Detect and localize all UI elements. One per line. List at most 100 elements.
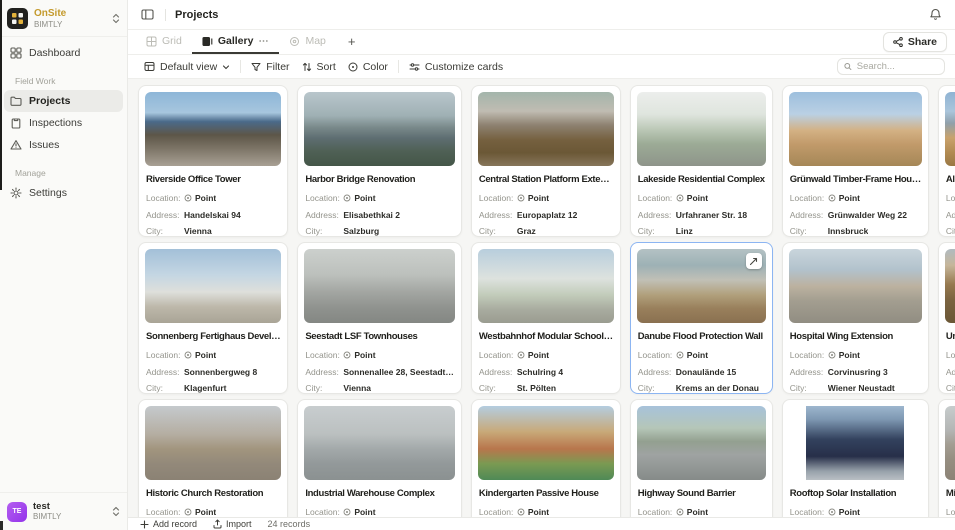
sidebar-item-projects[interactable]: Projects [4,90,123,112]
workspace-name: OnSite [34,8,106,20]
project-card[interactable]: Sonnenberg Fertighaus Devel… Location: P… [138,242,288,394]
expand-icon[interactable] [746,253,762,269]
location-field: Location: Point [790,193,921,203]
sidebar-item-inspections[interactable]: Inspections [4,112,123,134]
point-pin-icon [828,194,836,202]
project-card[interactable]: Highway Sound Barrier Location: Point Ad… [630,399,773,517]
location-field: Location: Point [638,350,765,360]
card-title: Rooftop Solar Installation [790,488,921,499]
location-field: Location: Point [305,350,454,360]
location-point-value: Point [828,350,860,360]
city-value: Vienna [184,226,212,236]
point-pin-icon [184,194,192,202]
card-title: Central Station Platform Exte… [479,174,613,185]
address-value: Elisabethkai 2 [343,210,400,220]
user-name: test [33,501,106,512]
project-card[interactable]: Hospital Wing Extension Location: Point … [782,242,929,394]
address-value: Europaplatz 12 [517,210,577,220]
gallery-icon [202,36,213,47]
location-point-value: Point [343,193,375,203]
location-field: Location: Point [479,507,613,517]
divider [240,60,241,73]
address-value: Urfahraner Str. 18 [676,210,747,220]
address-value: Grünwalder Weg 22 [828,210,907,220]
location-field: Location: Point [146,350,280,360]
panel-toggle-icon[interactable] [139,6,156,23]
sidebar-item-label: Inspections [29,117,82,129]
page-title: Projects [175,9,218,21]
customize-cards-button[interactable]: Customize cards [403,58,509,76]
card-grid: Riverside Office Tower Location: Point A… [138,85,945,517]
user-org: BIMTLY [33,512,106,522]
project-card[interactable]: Harbor Bridge Renovation Location: Point… [297,85,462,237]
chevrons-up-down-icon [112,13,120,24]
project-card[interactable]: Alpine Eco-Lodge CLT Build Location: Poi… [938,85,955,237]
sliders-icon [409,62,420,72]
tab-grid[interactable]: Grid [136,30,192,54]
notifications-bell-icon[interactable] [927,6,944,23]
workspace-switcher[interactable]: OnSite BIMTLY [0,0,127,37]
project-card[interactable]: Kindergarten Passive House Location: Poi… [471,399,621,517]
card-title: Sonnenberg Fertighaus Devel… [146,331,280,342]
project-card[interactable]: Riverside Office Tower Location: Point A… [138,85,288,237]
sidebar-item-settings[interactable]: Settings [4,182,123,204]
project-card[interactable]: Underground Parking Garage Location: Poi… [938,242,955,394]
point-pin-icon [676,508,684,516]
project-card[interactable]: Grünwald Timber-Frame Hou… Location: Poi… [782,85,929,237]
filter-button[interactable]: Filter [245,58,295,76]
view-switcher-button[interactable]: Default view [138,58,236,76]
tab-gallery[interactable]: Gallery ⋯ [192,30,280,54]
divider [398,60,399,73]
project-card[interactable]: Rooftop Solar Installation Location: Poi… [782,399,929,517]
point-pin-icon [676,351,684,359]
search-input[interactable] [857,61,938,72]
project-card[interactable]: Danube Flood Protection Wall Location: P… [630,242,773,394]
sidebar-item-dashboard[interactable]: Dashboard [4,42,123,64]
tab-map[interactable]: Map [279,30,335,54]
palette-icon [348,62,358,72]
city-field: City: Graz [479,226,613,236]
import-button[interactable]: Import [213,519,252,529]
project-photo [478,249,614,323]
tab-menu-icon[interactable]: ⋯ [258,36,269,47]
location-field: Location: Point [479,193,613,203]
project-card[interactable]: Central Station Platform Exte… Location:… [471,85,621,237]
project-card[interactable]: Lakeside Residential Complex Location: P… [630,85,773,237]
add-record-button[interactable]: Add record [140,519,197,529]
add-view-button[interactable]: + [336,30,368,54]
folder-icon [10,95,22,107]
location-point-value: Point [676,350,708,360]
project-photo [478,406,614,480]
project-card[interactable]: Industrial Warehouse Complex Location: P… [297,399,462,517]
card-title: Hospital Wing Extension [790,331,921,342]
share-button[interactable]: Share [883,32,947,52]
card-title: Alpine Eco-Lodge CLT Build [946,174,955,185]
city-value: Wiener Neustadt [828,383,895,393]
user-menu[interactable]: TE test BIMTLY [0,492,127,530]
point-pin-icon [343,508,351,516]
chevrons-up-down-icon [112,506,120,517]
card-title: Industrial Warehouse Complex [305,488,454,499]
divider [165,9,166,21]
clipboard-icon [10,117,22,129]
location-field: Location: Point [946,193,955,203]
address-field: Address: Schulring 4 [479,367,613,377]
project-card[interactable]: Seestadt LSF Townhouses Location: Point … [297,242,462,394]
sidebar-item-issues[interactable]: Issues [4,134,123,156]
city-value: Vienna [343,383,371,393]
sort-button[interactable]: Sort [296,58,342,76]
card-title: Kindergarten Passive House [479,488,613,499]
color-button[interactable]: Color [342,58,394,76]
city-field: City: Zell am See [946,226,955,236]
sidebar: OnSite BIMTLY Dashboard Field Work Proje… [0,0,128,530]
project-card[interactable]: Historic Church Restoration Location: Po… [138,399,288,517]
filter-icon [251,62,261,72]
project-photo [789,249,922,323]
project-card[interactable]: Westbahnhof Modular School… Location: Po… [471,242,621,394]
toolbar: Default view Filter Sort Color Customize… [128,55,955,79]
card-title: Historic Church Restoration [146,488,280,499]
card-title: Danube Flood Protection Wall [638,331,765,342]
project-card[interactable]: Mixed-Use Town Center Location: Point Ad… [938,399,955,517]
record-count: 24 records [268,519,311,529]
location-field: Location: Point [946,350,955,360]
